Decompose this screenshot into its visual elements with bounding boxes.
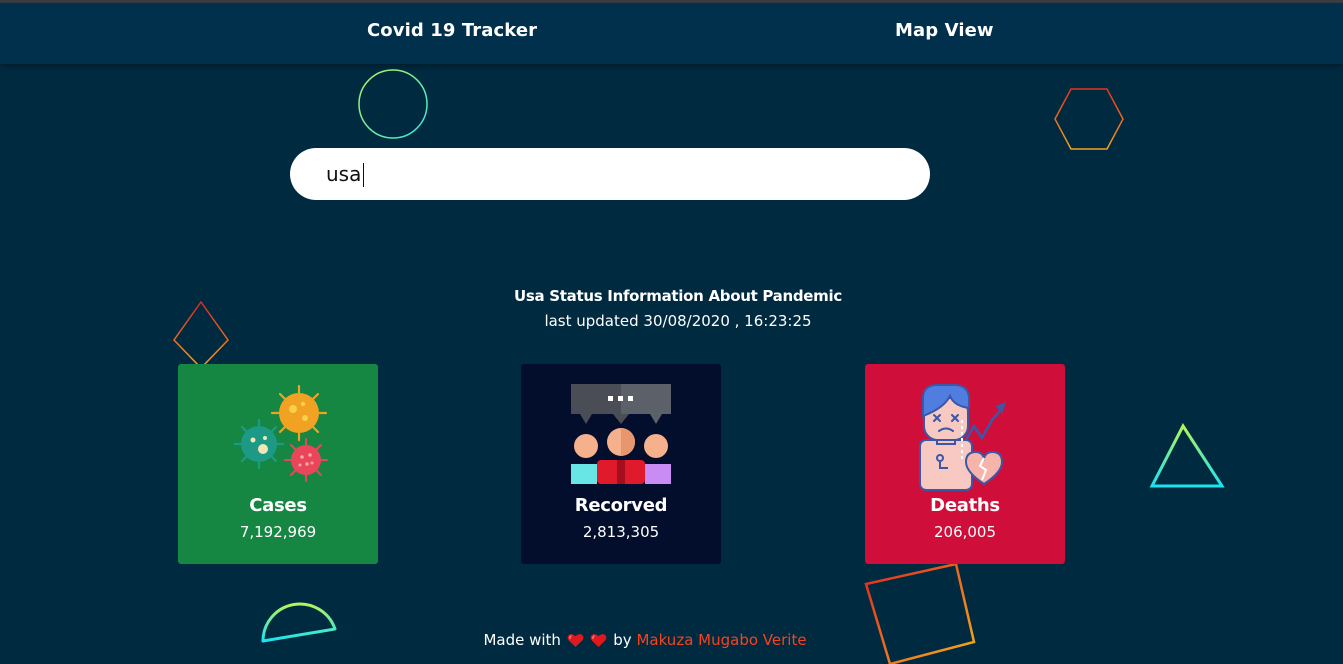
cases-card: Cases 7,192,969 <box>178 364 378 564</box>
virus-icon <box>233 384 328 482</box>
heart-icon <box>591 634 607 647</box>
footer-by: by <box>613 631 632 649</box>
last-updated-value: 30/08/2020 , 16:23:25 <box>643 312 812 330</box>
decorative-circle-icon <box>358 69 428 139</box>
nav-link-covid-tracker[interactable]: Covid 19 Tracker <box>367 20 537 41</box>
cases-label: Cases <box>249 495 307 516</box>
recovered-card: Recorved 2,813,305 <box>521 364 721 564</box>
decorative-triangle-icon <box>1149 423 1225 488</box>
sick-person-icon <box>919 383 1006 491</box>
author-link[interactable]: Makuza Mugabo Verite <box>636 631 806 649</box>
status-title: Usa Status Information About Pandemic <box>514 287 842 305</box>
decorative-hexagon-icon <box>1054 88 1124 150</box>
country-search-input[interactable] <box>290 148 930 200</box>
deaths-card: Deaths 206,005 <box>865 364 1065 564</box>
text-caret <box>363 163 364 187</box>
cases-value: 7,192,969 <box>239 523 317 541</box>
deaths-label: Deaths <box>930 495 1000 516</box>
heart-icon <box>567 634 584 647</box>
navbar: Covid 19 Tracker Map View <box>0 3 1343 64</box>
people-chat-icon <box>571 384 671 484</box>
deaths-value: 206,005 <box>933 523 997 541</box>
nav-link-map-view[interactable]: Map View <box>895 20 994 41</box>
footer-made-with: Made with <box>483 631 561 649</box>
recovered-value: 2,813,305 <box>582 523 660 541</box>
decorative-diamond-icon <box>173 300 229 370</box>
recovered-label: Recorved <box>574 495 668 516</box>
last-updated: last updated 30/08/2020 , 16:23:25 <box>0 312 1343 330</box>
footer: Made with by Makuza Mugabo Verite <box>0 631 1290 649</box>
last-updated-label: last updated <box>544 312 639 330</box>
